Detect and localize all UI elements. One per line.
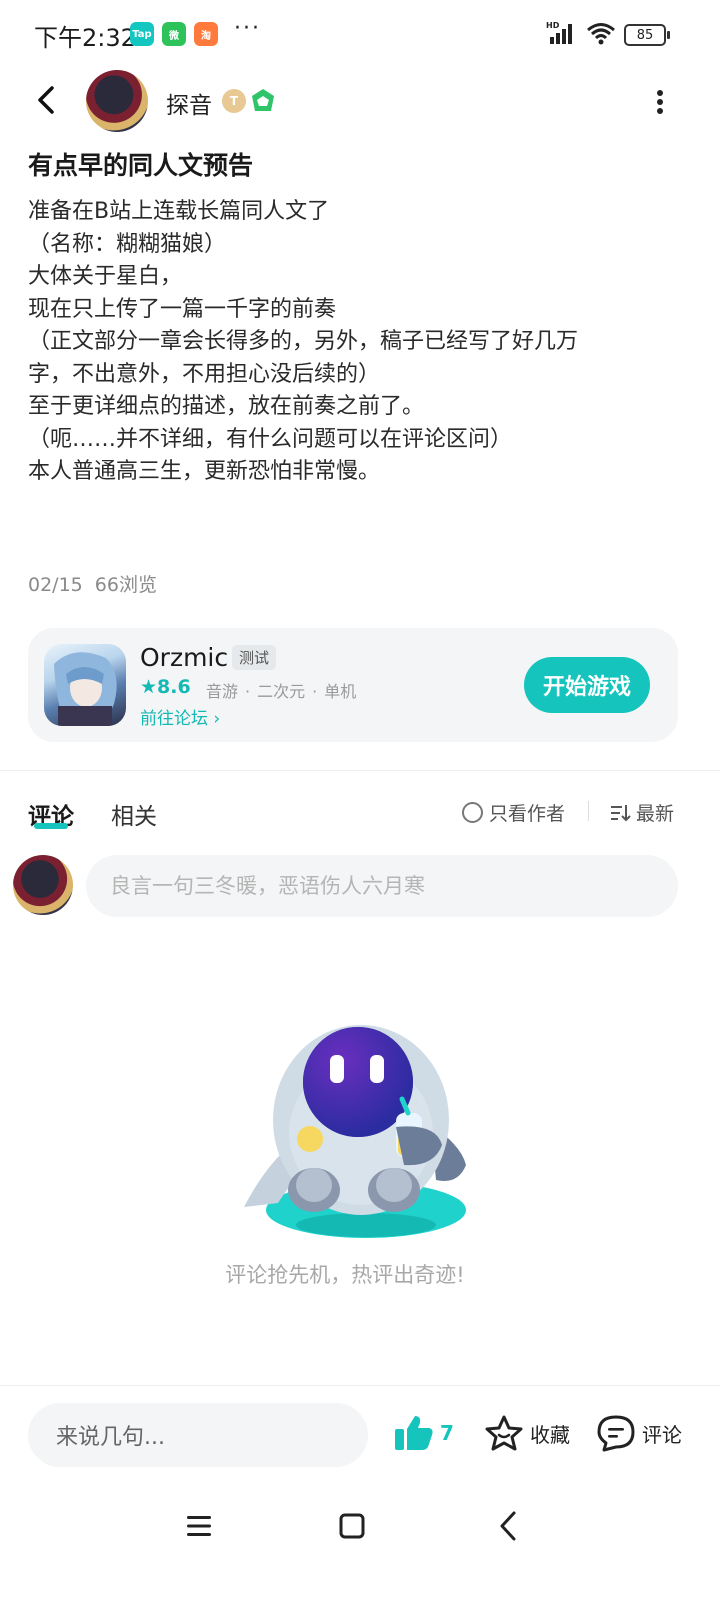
- battery-icon: 85: [624, 24, 670, 46]
- post-line: （正文部分一章会长得多的，另外，稿子已经写了好几万: [28, 329, 579, 354]
- post-body: 准备在B站上连载长篇同人文了 （名称：糊糊猫娘） 大体关于星白， 现在只上传了一…: [28, 196, 668, 489]
- sort-button[interactable]: 最新: [610, 799, 674, 826]
- post-line: （呃……并不详细，有什么问题可以在评论区问）: [28, 426, 513, 452]
- thumbs-up-icon: [395, 1416, 433, 1450]
- game-name[interactable]: Orzmic: [140, 643, 228, 672]
- more-vertical-icon: [657, 90, 663, 114]
- taptap-notification-icon: Tap: [130, 22, 154, 46]
- author-only-toggle[interactable]: 只看作者: [462, 799, 565, 826]
- taobao-notification-icon: 淘: [194, 22, 218, 46]
- post-date: 02/15: [28, 574, 83, 596]
- chevron-left-icon: [38, 86, 54, 114]
- status-time: 下午2:32: [34, 24, 136, 52]
- chevron-right-icon: ›: [208, 709, 221, 729]
- active-tab-indicator: [34, 823, 68, 829]
- more-notifications-icon: ···: [234, 16, 261, 41]
- game-icon[interactable]: [44, 644, 126, 726]
- post-meta: 02/15 66浏览: [28, 570, 169, 597]
- genre-tag: 二次元: [257, 682, 306, 701]
- comment-bubble-icon: [597, 1415, 635, 1452]
- radio-circle-icon: [462, 802, 483, 823]
- game-rating: ★8.6: [140, 676, 191, 698]
- bottom-divider: [0, 1385, 720, 1386]
- empty-comments-text: 评论抢先机，热评出奇迹!: [225, 1263, 465, 1287]
- say-something-input[interactable]: 来说几句...: [28, 1403, 368, 1467]
- author-name[interactable]: 探音: [166, 86, 212, 120]
- post-line: 准备在B站上连载长篇同人文了: [28, 199, 330, 224]
- forum-link-label: 前往论坛: [140, 709, 208, 729]
- signal-icon: HD: [546, 20, 578, 50]
- post-line: （名称：糊糊猫娘）: [28, 231, 227, 257]
- author-only-label: 只看作者: [489, 803, 566, 825]
- genre-tag: 音游: [206, 682, 239, 701]
- home-square-icon: [339, 1513, 365, 1539]
- sort-icon: [611, 804, 631, 821]
- sort-label: 最新: [636, 803, 675, 825]
- my-avatar: [13, 855, 73, 915]
- tab-related[interactable]: 相关: [111, 797, 157, 831]
- comment-label: 评论: [642, 1422, 682, 1447]
- start-game-button[interactable]: 开始游戏: [524, 657, 650, 713]
- post-views: 66浏览: [94, 574, 157, 596]
- nav-back-button[interactable]: [496, 1510, 520, 1542]
- toolbar-divider: [588, 801, 589, 821]
- post-line: 本人普通高三生，更新恐怕非常慢。: [28, 459, 381, 484]
- chevron-left-icon: [500, 1511, 516, 1541]
- post-title: 有点早的同人文预告: [28, 151, 254, 180]
- level-badge: T: [222, 89, 246, 113]
- game-genres: 音游 · 二次元 · 单机: [206, 682, 357, 701]
- menu-icon: [187, 1516, 211, 1536]
- certified-badge-icon: [250, 88, 276, 114]
- wifi-icon: [586, 21, 616, 49]
- star-outline-icon: [485, 1415, 523, 1451]
- post-line: 至于更详细点的描述，放在前奏之前了。: [28, 394, 425, 419]
- post-line: 大体关于星白，: [28, 264, 183, 289]
- wechat-notification-icon: 微: [162, 22, 186, 46]
- post-line: 字，不出意外，不用担心没后续的）: [28, 361, 381, 387]
- go-to-forum-link[interactable]: 前往论坛 ›: [140, 704, 220, 729]
- back-button[interactable]: [30, 82, 66, 118]
- nav-recents-button[interactable]: [186, 1513, 212, 1539]
- game-rating-value: 8.6: [157, 676, 191, 698]
- nav-home-button[interactable]: [339, 1513, 365, 1539]
- collect-button[interactable]: 收藏: [484, 1414, 570, 1452]
- more-options-button[interactable]: [650, 86, 670, 116]
- like-count: 7: [440, 1421, 454, 1445]
- network-type-label: HD: [546, 21, 560, 30]
- like-button[interactable]: 7: [394, 1414, 454, 1452]
- post-line: 现在只上传了一篇一千字的前奏: [28, 296, 337, 322]
- empty-mascot-illustration: [236, 1015, 486, 1245]
- comment-button[interactable]: 评论: [596, 1414, 682, 1452]
- genre-tag: 单机: [324, 682, 357, 701]
- comment-input[interactable]: [86, 855, 678, 917]
- section-divider: [0, 770, 720, 771]
- author-avatar[interactable]: [86, 70, 148, 132]
- star-icon: ★: [140, 676, 158, 698]
- collect-label: 收藏: [530, 1422, 570, 1447]
- game-test-tag: 测试: [232, 645, 277, 670]
